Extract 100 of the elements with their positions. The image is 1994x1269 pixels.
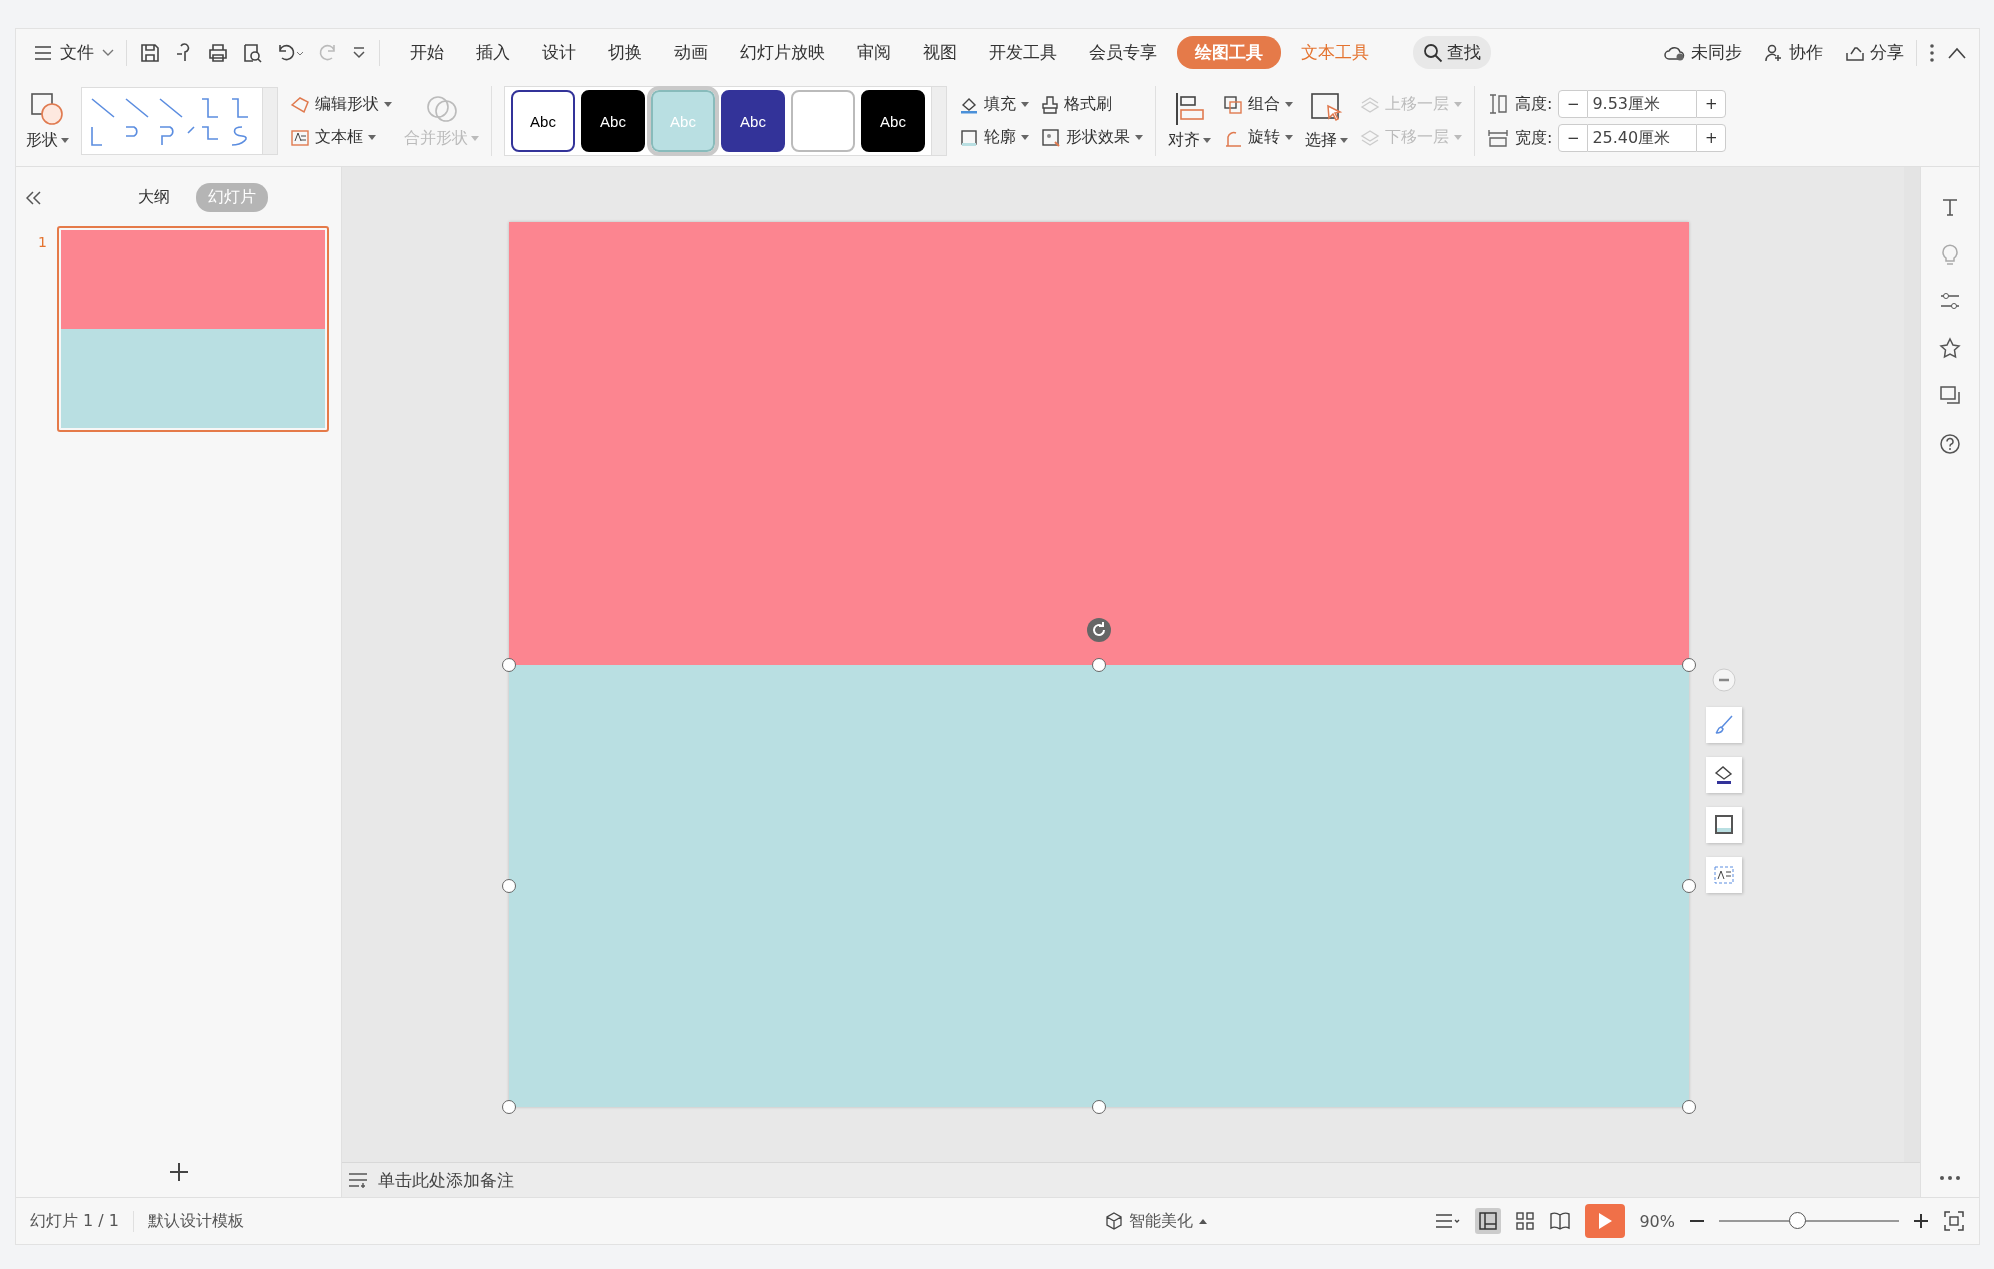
- caret-icon: [1285, 102, 1293, 107]
- slides-icon[interactable]: [1939, 385, 1961, 407]
- slideshow-button[interactable]: [1585, 1204, 1626, 1238]
- reading-view-icon[interactable]: [1549, 1211, 1572, 1231]
- notes-toggle-icon[interactable]: [1435, 1212, 1462, 1230]
- save-icon[interactable]: [139, 41, 161, 64]
- add-slide-icon[interactable]: [167, 1161, 190, 1183]
- shape-button[interactable]: 形状: [26, 91, 69, 151]
- scrollbar[interactable]: [1904, 167, 1920, 1162]
- collapse-ribbon-icon[interactable]: [1947, 46, 1967, 59]
- align-button[interactable]: 对齐: [1168, 91, 1211, 151]
- resize-handle[interactable]: [1092, 1100, 1106, 1114]
- shape-effects-button[interactable]: 形状效果: [1041, 127, 1143, 148]
- zoom-in-icon[interactable]: [1913, 1213, 1929, 1229]
- style-swatch[interactable]: Abc: [511, 90, 575, 152]
- style-swatch[interactable]: [791, 90, 855, 152]
- ribbon-tab[interactable]: 开发工具: [977, 36, 1069, 69]
- outline-button[interactable]: 轮廓: [959, 127, 1029, 148]
- outline-icon: [1712, 813, 1736, 837]
- select-button[interactable]: 选择: [1305, 91, 1348, 151]
- chevron-down-icon: [102, 48, 114, 57]
- ribbon-tab[interactable]: 设计: [530, 36, 588, 69]
- ribbon-tab[interactable]: 开始: [398, 36, 456, 69]
- ribbon-tab[interactable]: 审阅: [845, 36, 903, 69]
- star-icon[interactable]: [1939, 337, 1961, 359]
- collapse-icon[interactable]: [1711, 667, 1737, 693]
- style-swatch[interactable]: Abc: [721, 90, 785, 152]
- caret-icon: [1135, 135, 1143, 140]
- print-icon[interactable]: [207, 41, 229, 64]
- panel-tab[interactable]: 大纲: [126, 183, 182, 212]
- fill-tool[interactable]: [1706, 757, 1742, 793]
- format-painter-button[interactable]: 格式刷: [1041, 94, 1143, 115]
- rotate-handle[interactable]: [1086, 616, 1112, 643]
- print-preview-icon[interactable]: [241, 41, 263, 64]
- brush-icon: [1041, 94, 1059, 115]
- size-label: 宽度:: [1515, 127, 1553, 149]
- caret-icon: [384, 102, 392, 107]
- zoom-out-icon[interactable]: [1689, 1219, 1705, 1223]
- increment-button[interactable]: +: [1696, 90, 1727, 118]
- gallery-scrollbar[interactable]: [931, 87, 946, 155]
- ribbon-tab[interactable]: 动画: [662, 36, 720, 69]
- slide-thumbnail[interactable]: [56, 226, 329, 432]
- customize-icon[interactable]: [351, 44, 367, 61]
- resize-handle[interactable]: [502, 1100, 516, 1114]
- style-swatch[interactable]: Abc: [581, 90, 645, 152]
- textbox-button[interactable]: 文本框: [290, 127, 392, 148]
- add-user-icon: [1764, 43, 1784, 62]
- search-icon: [1423, 42, 1443, 63]
- caret-icon: [1340, 137, 1348, 143]
- group-button[interactable]: 组合: [1223, 94, 1293, 115]
- beautify-button[interactable]: 智能美化: [1105, 1210, 1208, 1232]
- slide-number: 1: [38, 233, 47, 252]
- share-button[interactable]: 分享: [1845, 41, 1904, 64]
- zoom-level[interactable]: 90%: [1639, 1211, 1675, 1231]
- template-name[interactable]: 默认设计模板: [148, 1210, 244, 1232]
- collaborate-button[interactable]: 协作: [1764, 41, 1823, 64]
- menu-icon: [34, 45, 52, 60]
- ribbon-tab[interactable]: 切换: [596, 36, 654, 69]
- sliders-icon[interactable]: [1939, 291, 1961, 311]
- layers-icon: [1360, 127, 1380, 148]
- edit-shape-button[interactable]: 编辑形状: [290, 94, 392, 115]
- fill-button[interactable]: 填充: [959, 94, 1029, 115]
- line-gallery[interactable]: [81, 87, 278, 155]
- increment-button[interactable]: +: [1696, 124, 1727, 152]
- style-swatch[interactable]: Abc: [861, 90, 925, 152]
- resize-handle[interactable]: [1682, 1100, 1696, 1114]
- notes-field[interactable]: 单击此处添加备注: [342, 1162, 1920, 1197]
- decrement-button[interactable]: −: [1558, 90, 1589, 118]
- size-field[interactable]: 9.53厘米: [1588, 90, 1697, 118]
- gallery-scrollbar[interactable]: [262, 88, 277, 154]
- ribbon-tab[interactable]: 会员专享: [1077, 36, 1169, 69]
- brush-tool[interactable]: [1706, 707, 1742, 743]
- size-field[interactable]: 25.40厘米: [1588, 124, 1697, 152]
- width-icon: [1487, 127, 1509, 149]
- fit-window-icon[interactable]: [1943, 1210, 1965, 1232]
- ribbon-tab[interactable]: 幻灯片放映: [728, 36, 837, 69]
- shapes-icon: [29, 91, 66, 126]
- normal-view-icon[interactable]: [1475, 1208, 1502, 1234]
- outline-icon: [959, 128, 979, 147]
- resize-handle[interactable]: [502, 878, 516, 893]
- more-icon[interactable]: [1939, 1175, 1961, 1181]
- file-menu[interactable]: 文件: [34, 41, 114, 64]
- grid-view-icon[interactable]: [1515, 1211, 1536, 1231]
- resize-handle[interactable]: [502, 657, 516, 672]
- ribbon-tab[interactable]: 插入: [464, 36, 522, 69]
- decrement-button[interactable]: −: [1558, 124, 1589, 152]
- collapse-panel-icon[interactable]: [26, 190, 42, 205]
- search-button[interactable]: 查找: [1413, 36, 1491, 69]
- sync-button[interactable]: 未同步: [1664, 41, 1742, 64]
- height-icon: [1487, 93, 1509, 115]
- text-icon[interactable]: [1940, 197, 1960, 217]
- text-box-tool[interactable]: [1706, 857, 1742, 893]
- rotate-button[interactable]: 旋转: [1223, 127, 1293, 148]
- text-box-icon: [290, 128, 310, 147]
- caret-icon: [1203, 137, 1211, 143]
- ribbon-tab[interactable]: 视图: [911, 36, 969, 69]
- outline-tool[interactable]: [1706, 807, 1742, 843]
- more-icon[interactable]: [1929, 42, 1935, 63]
- text-box-icon: [1712, 863, 1736, 887]
- help-icon[interactable]: [1939, 433, 1961, 455]
